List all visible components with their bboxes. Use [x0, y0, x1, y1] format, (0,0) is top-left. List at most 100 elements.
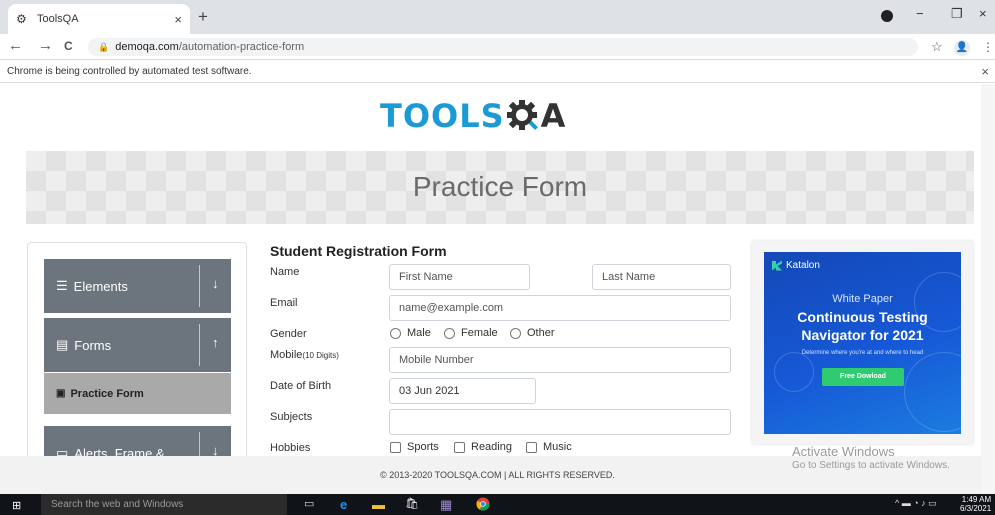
sidebar-group-label: Forms [74, 337, 112, 353]
date-of-birth-input[interactable]: 03 Jun 2021 [389, 378, 536, 404]
arrow-up-icon[interactable]: ↑ [212, 335, 219, 350]
gender-radio-female[interactable]: Female [444, 327, 498, 339]
ad-brand-text: Katalon [786, 260, 820, 271]
browser-menu-icon[interactable]: ⋮ [982, 40, 994, 54]
checkbox-label: Sports [407, 441, 439, 453]
reload-button[interactable]: C [64, 39, 73, 53]
ad-brand: Katalon [772, 260, 820, 271]
taskbar-clock[interactable]: 1:49 AM 6/3/2021 [960, 495, 991, 513]
left-sidebar: ☰ Elements ↓ ▤ Forms ↑ ▣ Practice Form ▭… [27, 242, 247, 480]
radio-circle-icon [510, 327, 521, 339]
system-tray-icons[interactable]: ^ ▬ ◔ ♪ ▭ [895, 498, 937, 509]
radio-label: Other [527, 327, 555, 339]
mobile-label-text: Mobile [270, 349, 303, 361]
mobile-label: Mobile(10 Digits) [270, 349, 339, 361]
arrow-down-icon[interactable]: ↓ [212, 276, 219, 291]
browser-tab[interactable]: ⚙ ToolsQA × [8, 4, 190, 34]
ad-subline: Determine where you're at and where to h… [801, 350, 924, 356]
hobby-checkbox-music[interactable]: Music [526, 441, 572, 453]
logo-text-tools: TOOLS [380, 97, 505, 135]
sidebar-group-divider [199, 324, 200, 366]
checkbox-icon [390, 441, 401, 453]
hobbies-label: Hobbies [270, 442, 311, 454]
first-name-input[interactable]: First Name [389, 264, 530, 290]
automation-infobar: Chrome is being controlled by automated … [0, 61, 995, 83]
mobile-hint: (10 Digits) [302, 351, 339, 360]
tab-title: ToolsQA [37, 13, 79, 25]
page-banner: Practice Form [26, 151, 974, 224]
window-restore-button[interactable]: ❐ [951, 6, 963, 22]
gender-label: Gender [270, 328, 307, 340]
lock-icon: 🔒 [98, 42, 110, 52]
browser-toolbar: ← → C 🔒 demoqa.com/automation-practice-fo… [0, 34, 995, 60]
back-button[interactable]: ← [8, 37, 23, 54]
subjects-label: Subjects [270, 411, 313, 423]
bookmark-star-icon[interactable]: ☆ [931, 39, 943, 55]
form-list-icon: ▣ [56, 388, 66, 399]
subjects-input[interactable] [389, 409, 731, 435]
email-label: Email [270, 297, 298, 309]
app-icon[interactable]: ▦ [440, 497, 452, 512]
katalon-ad-banner[interactable]: Katalon White Paper Continuous Testing N… [764, 252, 961, 434]
ad-decoration [904, 352, 961, 432]
chrome-icon[interactable] [476, 497, 490, 514]
task-view-icon[interactable]: ▭ [304, 497, 314, 512]
radio-label: Female [461, 327, 498, 339]
hamburger-icon: ☰ [56, 278, 68, 293]
mobile-input[interactable]: Mobile Number [389, 347, 731, 373]
tab-close-icon[interactable]: × [174, 12, 182, 27]
account-icon[interactable]: 👤 [954, 40, 970, 56]
name-label: Name [270, 266, 300, 278]
ad-headline-line1: Continuous Testing [797, 309, 928, 325]
hobby-checkbox-reading[interactable]: Reading [454, 441, 512, 453]
last-name-input[interactable]: Last Name [592, 264, 731, 290]
ad-cta-button[interactable]: Free Dowload [822, 368, 904, 386]
windows-taskbar: ⊞ Search the web and Windows ▭ e ▬ 🛍 ▦ ^… [0, 494, 995, 515]
checkbox-icon [454, 441, 465, 453]
sidebar-item-label: Practice Form [70, 387, 144, 400]
gear-magnifier-icon [506, 100, 538, 130]
page-title: Practice Form [412, 171, 588, 202]
form-icon: ▤ [56, 337, 69, 352]
form-title: Student Registration Form [270, 243, 447, 259]
sidebar-group-elements[interactable]: ☰ Elements ↓ [44, 259, 231, 313]
edge-browser-icon[interactable]: e [340, 497, 347, 512]
clock-time: 1:49 AM [961, 495, 992, 504]
file-explorer-icon[interactable]: ▬ [372, 497, 385, 512]
checkbox-label: Music [543, 441, 572, 453]
radio-circle-icon [444, 327, 455, 339]
sidebar-item-practice-form[interactable]: ▣ Practice Form [44, 373, 231, 414]
window-minimize-button[interactable]: − [916, 6, 924, 21]
infobar-close-icon[interactable]: × [981, 61, 989, 82]
window-close-button[interactable]: × [979, 6, 987, 21]
email-input[interactable]: name@example.com [389, 295, 731, 321]
address-bar[interactable]: 🔒 demoqa.com/automation-practice-form [88, 38, 918, 56]
page-viewport: TOOLS A Practice Form ☰ Elements ↓ ▤ For… [0, 84, 995, 494]
ad-kicker: White Paper [832, 293, 893, 305]
sidebar-group-divider [199, 265, 200, 307]
store-icon[interactable]: 🛍 [405, 497, 419, 512]
clock-date: 6/3/2021 [960, 504, 992, 513]
activate-windows-title: Activate Windows [792, 444, 895, 459]
katalon-logo-icon [772, 260, 782, 271]
profile-indicator-icon[interactable] [881, 10, 893, 22]
checkbox-icon [526, 441, 537, 453]
browser-tab-strip: ⚙ ToolsQA × + − ❐ × [0, 0, 995, 34]
gender-radio-male[interactable]: Male [390, 327, 431, 339]
logo-text-a: A [540, 97, 567, 135]
new-tab-button[interactable]: + [198, 7, 208, 27]
sidebar-group-label: Elements [73, 278, 128, 294]
infobar-text: Chrome is being controlled by automated … [7, 66, 252, 77]
gender-radio-other[interactable]: Other [510, 327, 555, 339]
page-scrollbar[interactable] [981, 84, 995, 494]
ad-decoration [774, 352, 814, 392]
windows-start-icon[interactable]: ⊞ [12, 499, 21, 512]
forward-button[interactable]: → [38, 37, 53, 54]
toolsqa-logo[interactable]: TOOLS A [380, 97, 567, 135]
url-host: demoqa.com [115, 41, 179, 53]
taskbar-search-input[interactable]: Search the web and Windows [41, 494, 287, 515]
radio-circle-icon [390, 327, 401, 339]
hobby-checkbox-sports[interactable]: Sports [390, 441, 439, 453]
sidebar-group-forms[interactable]: ▤ Forms ↑ [44, 318, 231, 372]
radio-label: Male [407, 327, 431, 339]
